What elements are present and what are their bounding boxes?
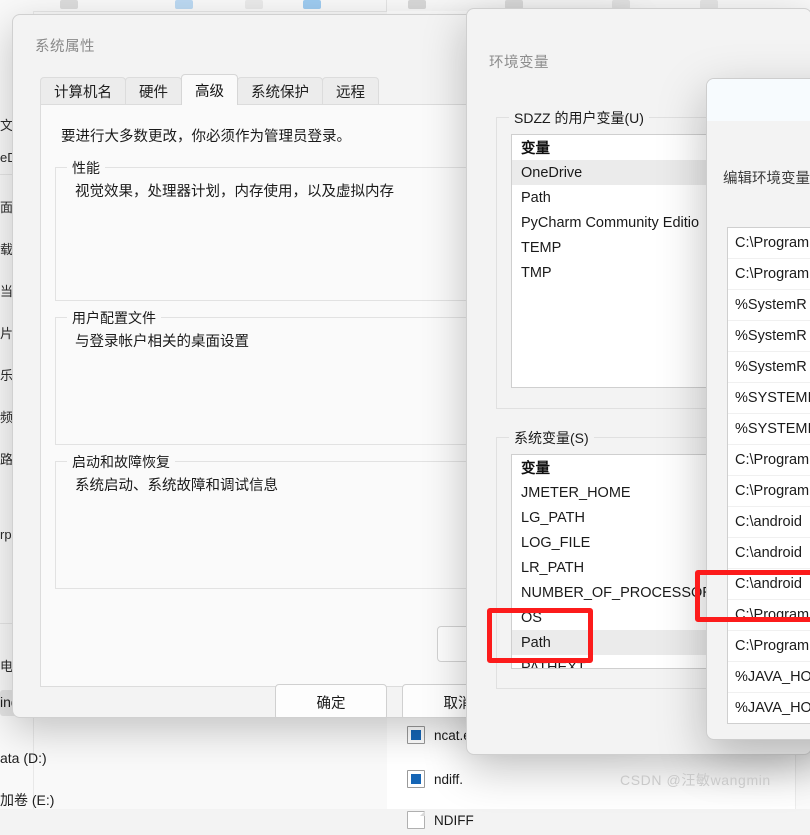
tab-advanced[interactable]: 高级 bbox=[181, 74, 238, 105]
drive-e-label[interactable]: 加卷 (E:) bbox=[0, 790, 54, 810]
list-item[interactable]: %SYSTEMI bbox=[728, 414, 810, 445]
list-item[interactable]: C:\Program bbox=[728, 445, 810, 476]
application-icon bbox=[407, 726, 425, 744]
ok-button[interactable]: 确定 bbox=[275, 684, 387, 717]
list-item[interactable]: C:\Program bbox=[728, 631, 810, 662]
file-name: ndiff. bbox=[434, 771, 464, 787]
list-item[interactable]: C:\android bbox=[728, 569, 810, 600]
list-item[interactable]: C:\Program bbox=[728, 228, 810, 259]
list-item[interactable]: NDIFF bbox=[407, 805, 474, 835]
performance-group-label: 性能 bbox=[67, 158, 105, 178]
user-variables-group-label: SDZZ 的用户变量(U) bbox=[509, 108, 649, 128]
list-item[interactable]: C:\android bbox=[728, 538, 810, 569]
drive-d-label[interactable]: ata (D:) bbox=[0, 750, 47, 766]
cut-icon[interactable] bbox=[60, 0, 78, 9]
startup-recovery-group-label: 启动和故障恢复 bbox=[67, 452, 175, 472]
tab-hardware[interactable]: 硬件 bbox=[125, 77, 182, 105]
list-item[interactable]: %JAVA_HO bbox=[728, 693, 810, 723]
page-title: 系统属性 bbox=[35, 39, 95, 55]
edit-dialog-header bbox=[707, 79, 810, 121]
edit-environment-variable-dialog: 编辑环境变量 C:\Program C:\Program %SystemR %S… bbox=[706, 78, 810, 740]
list-item[interactable]: %JAVA_HO bbox=[728, 662, 810, 693]
share-icon[interactable] bbox=[408, 0, 426, 9]
list-item[interactable]: %SYSTEMI bbox=[728, 383, 810, 414]
tab-remote[interactable]: 远程 bbox=[322, 77, 379, 105]
list-item[interactable]: %SystemR bbox=[728, 290, 810, 321]
tab-computer-name[interactable]: 计算机名 bbox=[40, 77, 126, 105]
toolbar-divider bbox=[386, 0, 387, 11]
rename-icon[interactable] bbox=[303, 0, 321, 9]
document-icon bbox=[407, 811, 425, 829]
tab-strip[interactable]: 计算机名 硬件 高级 系统保护 远程 bbox=[40, 74, 379, 105]
performance-group-desc: 视觉效果，处理器计划，内存使用，以及虚拟内存 bbox=[75, 184, 394, 200]
path-entries-list[interactable]: C:\Program C:\Program %SystemR %SystemR … bbox=[727, 227, 810, 724]
admin-login-note: 要进行大多数更改，你必须作为管理员登录。 bbox=[61, 129, 351, 145]
user-profiles-group-label: 用户配置文件 bbox=[67, 308, 161, 328]
watermark: CSDN @汪敏wangmin bbox=[620, 772, 771, 788]
copy-icon[interactable] bbox=[175, 0, 193, 9]
tab-system-protection[interactable]: 系统保护 bbox=[237, 77, 323, 105]
list-item[interactable]: ncat.e bbox=[407, 720, 471, 750]
application-icon bbox=[407, 770, 425, 788]
list-item[interactable]: ndiff. bbox=[407, 764, 463, 794]
file-name: NDIFF bbox=[434, 812, 474, 828]
list-item[interactable]: C:\Program bbox=[728, 259, 810, 290]
environment-variables-title: 环境变量 bbox=[489, 55, 549, 71]
system-variables-group-label: 系统变量(S) bbox=[509, 428, 594, 448]
edit-dialog-title: 编辑环境变量 bbox=[723, 171, 810, 187]
user-profiles-group-desc: 与登录帐户相关的桌面设置 bbox=[75, 334, 249, 350]
list-item[interactable]: %SystemR bbox=[728, 352, 810, 383]
list-item[interactable]: %SystemR bbox=[728, 321, 810, 352]
startup-recovery-group-desc: 系统启动、系统故障和调试信息 bbox=[75, 478, 278, 494]
list-item[interactable]: C:\Program bbox=[728, 600, 810, 631]
list-item[interactable]: C:\android bbox=[728, 507, 810, 538]
paste-icon[interactable] bbox=[245, 0, 263, 9]
list-item[interactable]: C:\Program bbox=[728, 476, 810, 507]
